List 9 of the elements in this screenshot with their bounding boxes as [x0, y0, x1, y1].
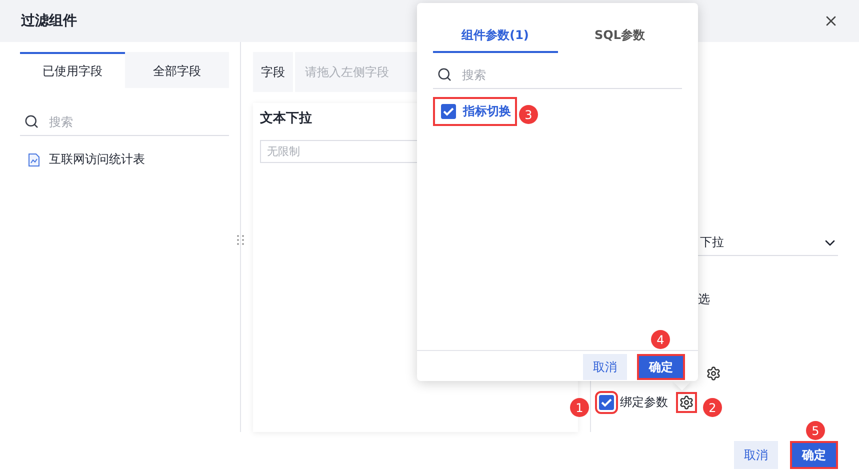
widget-title: 文本下拉 — [260, 110, 312, 127]
step-badge: 1 — [570, 398, 589, 417]
option-label: 选 — [698, 291, 711, 308]
param-label: 指标切换 — [463, 103, 511, 120]
field-label: 字段 — [253, 52, 295, 92]
step-badge: 5 — [806, 421, 825, 440]
step-badge: 2 — [703, 398, 722, 417]
dialog-title: 过滤组件 — [21, 12, 77, 30]
bind-label: 绑定参数 — [620, 394, 668, 411]
